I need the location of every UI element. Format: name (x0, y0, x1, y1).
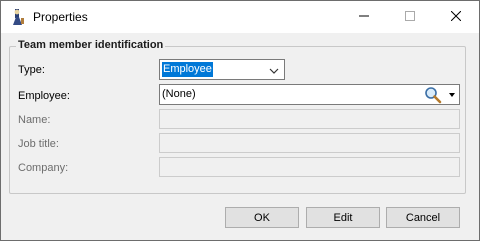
chevron-down-icon[interactable] (269, 66, 279, 78)
minimize-icon (359, 11, 369, 24)
search-icon[interactable] (424, 86, 442, 104)
window-title: Properties (33, 10, 88, 24)
company-label: Company: (18, 162, 69, 174)
employee-lookup-field[interactable]: (None) (159, 84, 460, 105)
ok-button[interactable]: OK (225, 207, 299, 228)
type-combobox[interactable]: Employee (159, 59, 285, 80)
edit-button[interactable]: Edit (306, 207, 380, 228)
groupbox-title: Team member identification (16, 39, 166, 51)
maximize-button[interactable] (387, 1, 433, 33)
employee-field-value: (None) (162, 88, 196, 100)
title-bar[interactable]: Properties (1, 1, 479, 33)
maximize-icon (405, 10, 415, 24)
dropdown-icon[interactable] (445, 85, 459, 104)
close-icon (450, 10, 462, 24)
job-title-label: Job title: (18, 138, 59, 150)
name-label: Name: (18, 114, 51, 126)
minimize-button[interactable] (341, 1, 387, 33)
type-label: Type: (18, 64, 45, 76)
type-combobox-value: Employee (162, 62, 213, 77)
cancel-button[interactable]: Cancel (386, 207, 460, 228)
app-icon (10, 8, 26, 26)
name-field (159, 109, 460, 129)
employee-label: Employee: (18, 90, 70, 102)
company-field (159, 157, 460, 177)
close-button[interactable] (433, 1, 479, 33)
properties-dialog: Properties Team member identification Ty… (0, 0, 480, 241)
job-title-field (159, 133, 460, 153)
